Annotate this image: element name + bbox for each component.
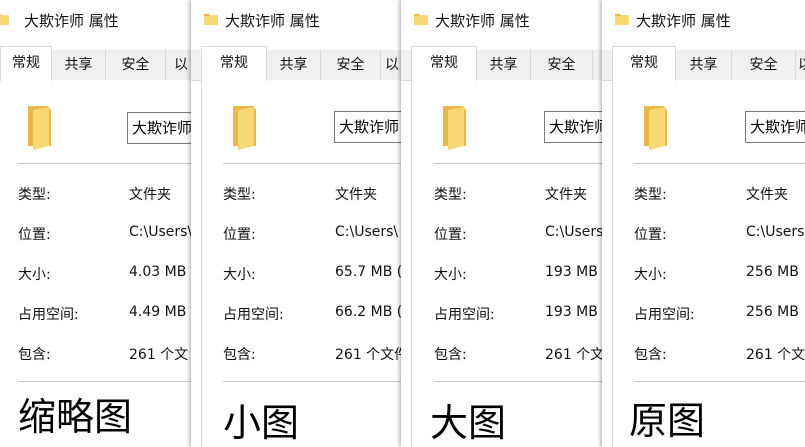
tab-previous-versions[interactable]: 以 xyxy=(381,50,401,80)
size-on-disk-label: 占用空间: xyxy=(634,307,695,323)
location-label: 位置: xyxy=(18,227,51,243)
size-label: 大小: xyxy=(634,267,667,283)
tab-security[interactable]: 安全 xyxy=(531,50,593,80)
tab-strip: 常规 共享 安全 以 xyxy=(602,46,805,81)
separator xyxy=(18,381,191,382)
location-label: 位置: xyxy=(634,227,667,243)
folder-icon xyxy=(0,14,9,25)
location-label: 位置: xyxy=(223,227,256,243)
title-bar[interactable]: 大欺诈师 属性 xyxy=(401,0,602,38)
tab-sharing[interactable]: 共享 xyxy=(676,50,732,80)
title-bar[interactable]: 大欺诈师 属性 xyxy=(602,0,805,38)
caption-label: 缩略图 xyxy=(18,395,133,439)
caption-label: 小图 xyxy=(223,401,300,445)
size-on-disk-value: 193 MB xyxy=(545,304,598,320)
folder-icon xyxy=(204,14,218,25)
contains-label: 包含: xyxy=(223,347,256,363)
folder-icon xyxy=(233,106,256,150)
size-value: 65.7 MB ( xyxy=(335,264,401,280)
tab-general[interactable]: 常规 xyxy=(201,46,267,81)
location-value: C:\Users\ xyxy=(129,224,191,240)
window-title: 大欺诈师 属性 xyxy=(636,12,731,30)
folder-name-field[interactable]: 大欺诈师 xyxy=(745,111,805,143)
separator xyxy=(434,163,602,164)
tab-security[interactable]: 安全 xyxy=(732,50,796,80)
contains-value: 261 个文 xyxy=(129,347,189,363)
folder-icon xyxy=(28,106,51,150)
type-value: 文件夹 xyxy=(335,187,377,203)
properties-window-original: 大欺诈师 属性 常规 共享 安全 以 大欺诈师 类型: 文件夹 位置: C:\U… xyxy=(602,0,805,447)
type-value: 文件夹 xyxy=(129,187,171,203)
tab-security[interactable]: 安全 xyxy=(321,50,381,80)
tab-general[interactable]: 常规 xyxy=(0,46,52,81)
size-label: 大小: xyxy=(18,267,51,283)
size-on-disk-label: 占用空间: xyxy=(434,307,495,323)
folder-icon xyxy=(644,106,667,150)
type-label: 类型: xyxy=(18,187,51,203)
location-value: C:\Users xyxy=(545,224,602,240)
tab-sharing[interactable]: 共享 xyxy=(52,50,106,80)
type-value: 文件夹 xyxy=(746,187,788,203)
size-on-disk-value: 256 MB xyxy=(746,304,799,320)
general-panel: 大欺诈师 类型: 文件夹 位置: C:\Users 大小: 193 MB 占用空… xyxy=(411,80,602,447)
separator xyxy=(434,381,602,382)
size-on-disk-label: 占用空间: xyxy=(18,307,79,323)
type-label: 类型: xyxy=(434,187,467,203)
size-label: 大小: xyxy=(223,267,256,283)
tab-previous-versions[interactable]: 以 xyxy=(166,50,191,80)
folder-icon xyxy=(615,14,629,25)
contains-value: 261 个文 xyxy=(746,347,805,363)
title-bar[interactable]: 大欺诈师 属性 xyxy=(0,0,191,38)
folder-name-field[interactable]: 大欺诈师 xyxy=(127,112,191,144)
separator xyxy=(634,381,805,382)
type-label: 类型: xyxy=(223,187,256,203)
window-title: 大欺诈师 属性 xyxy=(435,12,530,30)
folder-icon xyxy=(414,14,428,25)
size-on-disk-label: 占用空间: xyxy=(223,307,284,323)
size-value: 256 MB xyxy=(746,264,799,280)
tab-security[interactable]: 安全 xyxy=(106,50,166,80)
contains-label: 包含: xyxy=(634,347,667,363)
folder-icon xyxy=(443,106,466,150)
location-value: C:\Users\ xyxy=(335,224,399,240)
separator xyxy=(634,163,805,164)
general-panel: 大欺诈师 类型: 文件夹 位置: C:\Users\ 大小: 65.7 MB (… xyxy=(201,80,401,447)
tab-strip: 常规 共享 安全 以 xyxy=(191,46,401,81)
size-value: 4.03 MB xyxy=(129,264,187,280)
separator xyxy=(18,163,191,164)
type-value: 文件夹 xyxy=(545,187,587,203)
size-value: 193 MB xyxy=(545,264,598,280)
tab-strip: 常规 共享 安全 xyxy=(401,46,602,81)
folder-name-field[interactable]: 大欺诈师 xyxy=(544,111,602,143)
size-on-disk-value: 4.49 MB xyxy=(129,304,187,320)
tab-general[interactable]: 常规 xyxy=(411,46,477,81)
properties-window-large: 大欺诈师 属性 常规 共享 安全 大欺诈师 类型: 文件夹 位置: C:\Use… xyxy=(401,0,602,447)
tab-strip: 常规 共享 安全 以 xyxy=(0,46,191,81)
size-label: 大小: xyxy=(434,267,467,283)
folder-name-field[interactable]: 大欺诈师 xyxy=(334,111,401,143)
tab-sharing[interactable]: 共享 xyxy=(267,50,321,80)
contains-label: 包含: xyxy=(18,347,51,363)
contains-value: 261 个文件 xyxy=(335,347,401,363)
general-panel: 大欺诈师 类型: 文件夹 位置: C:\Users\ 大小: 4.03 MB 占… xyxy=(0,80,191,447)
window-title: 大欺诈师 属性 xyxy=(225,12,320,30)
size-on-disk-value: 66.2 MB ( xyxy=(335,304,401,320)
window-title: 大欺诈师 属性 xyxy=(24,12,119,30)
caption-label: 大图 xyxy=(430,401,507,445)
tab-general[interactable]: 常规 xyxy=(612,46,676,81)
separator xyxy=(223,381,401,382)
separator xyxy=(223,163,401,164)
tab-previous-versions[interactable]: 以 xyxy=(796,50,805,80)
contains-label: 包含: xyxy=(434,347,467,363)
general-panel: 大欺诈师 类型: 文件夹 位置: C:\Users 大小: 256 MB 占用空… xyxy=(612,80,805,447)
location-label: 位置: xyxy=(434,227,467,243)
location-value: C:\Users xyxy=(746,224,805,240)
properties-window-thumbnail: 大欺诈师 属性 常规 共享 安全 以 大欺诈师 类型: 文件夹 位置: C:\U… xyxy=(0,0,191,447)
contains-value: 261 个文 xyxy=(545,347,602,363)
properties-window-small: 大欺诈师 属性 常规 共享 安全 以 大欺诈师 类型: 文件夹 位置: C:\U… xyxy=(191,0,401,447)
tab-sharing[interactable]: 共享 xyxy=(477,50,531,80)
type-label: 类型: xyxy=(634,187,667,203)
caption-label: 原图 xyxy=(629,399,706,443)
title-bar[interactable]: 大欺诈师 属性 xyxy=(191,0,401,38)
